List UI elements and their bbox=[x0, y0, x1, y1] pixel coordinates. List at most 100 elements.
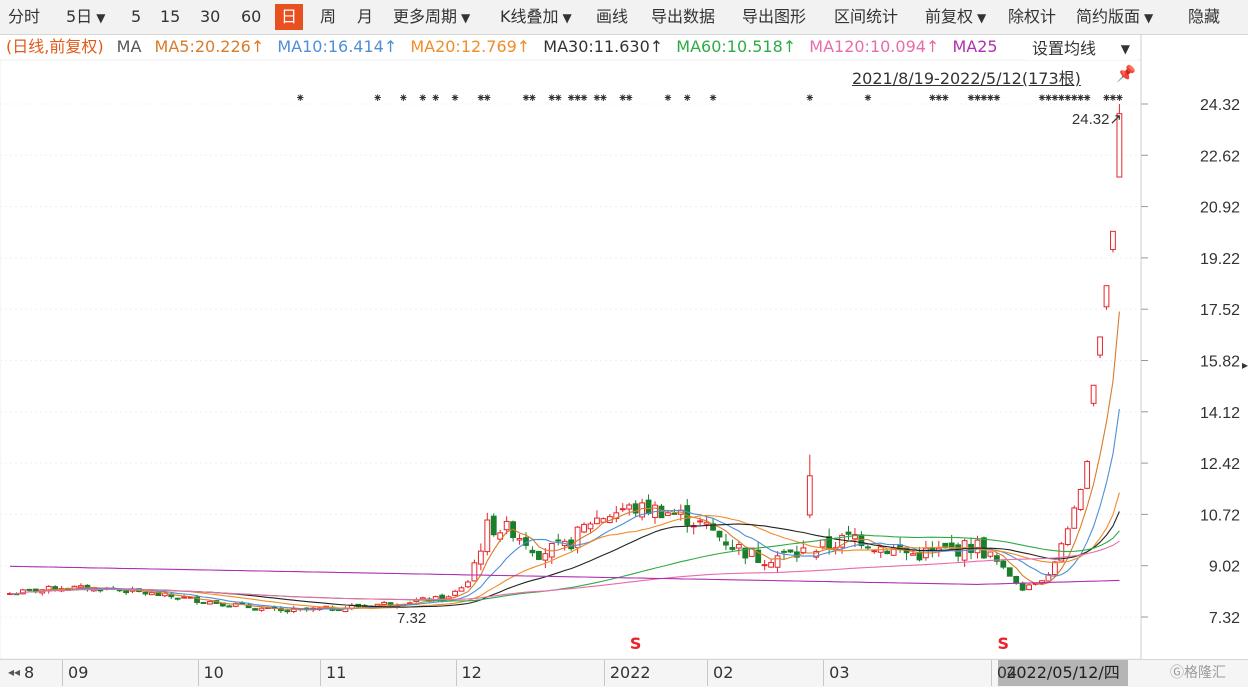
candle[interactable] bbox=[1071, 507, 1078, 529]
candle[interactable] bbox=[1026, 584, 1032, 591]
candle[interactable] bbox=[626, 504, 633, 510]
period-5day[interactable]: 5日 ▼ bbox=[66, 6, 105, 28]
scroll-right-icon[interactable]: ▸ bbox=[1242, 358, 1248, 372]
candle[interactable] bbox=[123, 590, 129, 594]
candle[interactable] bbox=[1077, 488, 1084, 510]
event-star-icon[interactable]: ⁕ bbox=[373, 91, 383, 105]
event-star-icon[interactable]: ⁕ bbox=[805, 91, 815, 105]
candle[interactable] bbox=[471, 562, 478, 582]
candle[interactable] bbox=[1000, 560, 1007, 568]
candle[interactable] bbox=[806, 475, 813, 516]
range-stats-button[interactable]: 区间统计 bbox=[834, 6, 898, 28]
event-star-icon[interactable]: ⁕ bbox=[863, 91, 873, 105]
s-marker-icon[interactable]: S bbox=[630, 634, 642, 653]
candle[interactable] bbox=[1006, 567, 1013, 577]
event-star-icon[interactable]: ⁕ bbox=[682, 91, 692, 105]
candle[interactable] bbox=[884, 550, 891, 555]
candle[interactable] bbox=[226, 605, 233, 608]
candle[interactable] bbox=[864, 546, 871, 549]
candle[interactable] bbox=[581, 523, 587, 533]
period-fenshi[interactable]: 分时 bbox=[8, 6, 40, 28]
candle[interactable] bbox=[142, 591, 149, 595]
candle[interactable] bbox=[26, 588, 33, 591]
event-star-icon[interactable]: ⁕ bbox=[624, 91, 634, 105]
export-graph-button[interactable]: 导出图形 bbox=[742, 6, 806, 28]
candle[interactable] bbox=[774, 555, 781, 568]
candle[interactable] bbox=[587, 523, 594, 530]
candle[interactable] bbox=[819, 539, 826, 548]
event-star-icon[interactable]: ⁕ bbox=[663, 91, 673, 105]
candle[interactable] bbox=[761, 564, 768, 567]
event-star-icon[interactable]: ⁕ bbox=[527, 91, 537, 105]
event-star-icon[interactable]: ⁕ bbox=[398, 91, 408, 105]
candle[interactable] bbox=[419, 597, 426, 600]
candle[interactable] bbox=[1019, 583, 1026, 591]
simple-layout[interactable]: 简约版面 ▼ bbox=[1076, 6, 1153, 28]
period-day[interactable]: 日 bbox=[275, 4, 304, 30]
candle[interactable] bbox=[1090, 384, 1097, 404]
event-star-icon[interactable]: ⁕ bbox=[992, 91, 1002, 105]
event-star-icon[interactable]: ⁕ bbox=[1114, 91, 1124, 105]
candle[interactable] bbox=[987, 551, 994, 557]
candle[interactable] bbox=[207, 601, 213, 605]
candle[interactable] bbox=[916, 551, 923, 561]
s-marker-icon[interactable]: S bbox=[998, 634, 1010, 653]
candle[interactable] bbox=[781, 550, 787, 553]
event-star-icon[interactable]: ⁕ bbox=[579, 91, 589, 105]
candle[interactable] bbox=[697, 520, 704, 523]
candle[interactable] bbox=[258, 607, 265, 611]
candle[interactable] bbox=[381, 601, 388, 605]
candle[interactable] bbox=[1084, 461, 1091, 489]
candle[interactable] bbox=[665, 512, 671, 516]
candle[interactable] bbox=[536, 550, 542, 560]
period-5min[interactable]: 5 bbox=[131, 6, 141, 28]
candle[interactable] bbox=[503, 520, 510, 531]
draw-line-button[interactable]: 画线 bbox=[596, 6, 628, 28]
candle[interactable] bbox=[735, 544, 742, 549]
event-star-icon[interactable]: ⁕ bbox=[598, 91, 608, 105]
candle[interactable] bbox=[465, 581, 471, 588]
candle[interactable] bbox=[955, 544, 962, 557]
forward-adjust[interactable]: 前复权 ▼ bbox=[925, 6, 986, 28]
candle[interactable] bbox=[516, 538, 523, 541]
event-star-icon[interactable]: ⁕ bbox=[940, 91, 950, 105]
candle[interactable] bbox=[871, 550, 878, 553]
candle[interactable] bbox=[1097, 336, 1103, 356]
hide-button[interactable]: 隐藏 bbox=[1188, 6, 1220, 28]
event-star-icon[interactable]: ⁕ bbox=[295, 91, 305, 105]
candle[interactable] bbox=[284, 610, 291, 613]
candle[interactable] bbox=[458, 587, 465, 592]
more-periods[interactable]: 更多周期 ▼ bbox=[393, 6, 470, 28]
candle[interactable] bbox=[149, 592, 155, 596]
pin-icon[interactable]: 📌 bbox=[1116, 64, 1136, 83]
candle[interactable] bbox=[703, 521, 710, 525]
event-star-icon[interactable]: ⁕ bbox=[1082, 91, 1092, 105]
period-60min[interactable]: 60 bbox=[241, 6, 261, 28]
scroll-left-icon[interactable]: ◂◂ bbox=[8, 665, 20, 679]
candle[interactable] bbox=[723, 541, 729, 546]
period-month[interactable]: 月 bbox=[357, 6, 373, 28]
export-data-button[interactable]: 导出数据 bbox=[651, 6, 715, 28]
event-star-icon[interactable]: ⁕ bbox=[708, 91, 718, 105]
candle[interactable] bbox=[490, 515, 497, 536]
candle[interactable] bbox=[200, 601, 207, 604]
candle[interactable] bbox=[787, 549, 794, 553]
candle[interactable] bbox=[729, 547, 736, 550]
candle[interactable] bbox=[477, 550, 484, 565]
candle[interactable] bbox=[452, 590, 458, 596]
candle[interactable] bbox=[716, 530, 723, 538]
event-star-icon[interactable]: ⁕ bbox=[553, 91, 563, 105]
event-star-icon[interactable]: ⁕ bbox=[418, 91, 428, 105]
period-30min[interactable]: 30 bbox=[200, 6, 220, 28]
candle[interactable] bbox=[529, 549, 536, 554]
period-week[interactable]: 周 bbox=[320, 6, 336, 28]
candle[interactable] bbox=[484, 519, 491, 553]
candle[interactable] bbox=[1052, 561, 1058, 576]
candle[interactable] bbox=[1064, 528, 1071, 545]
candle[interactable] bbox=[174, 597, 181, 600]
candle[interactable] bbox=[645, 499, 652, 515]
candle[interactable] bbox=[1110, 230, 1116, 250]
kline-chart[interactable]: 24.32 22.62 20.92 19.22 17.52 15.82 14.12 12.42… bbox=[0, 34, 1248, 659]
ex-rights-button[interactable]: 除权计 bbox=[1008, 6, 1056, 28]
period-15min[interactable]: 15 bbox=[160, 6, 180, 28]
